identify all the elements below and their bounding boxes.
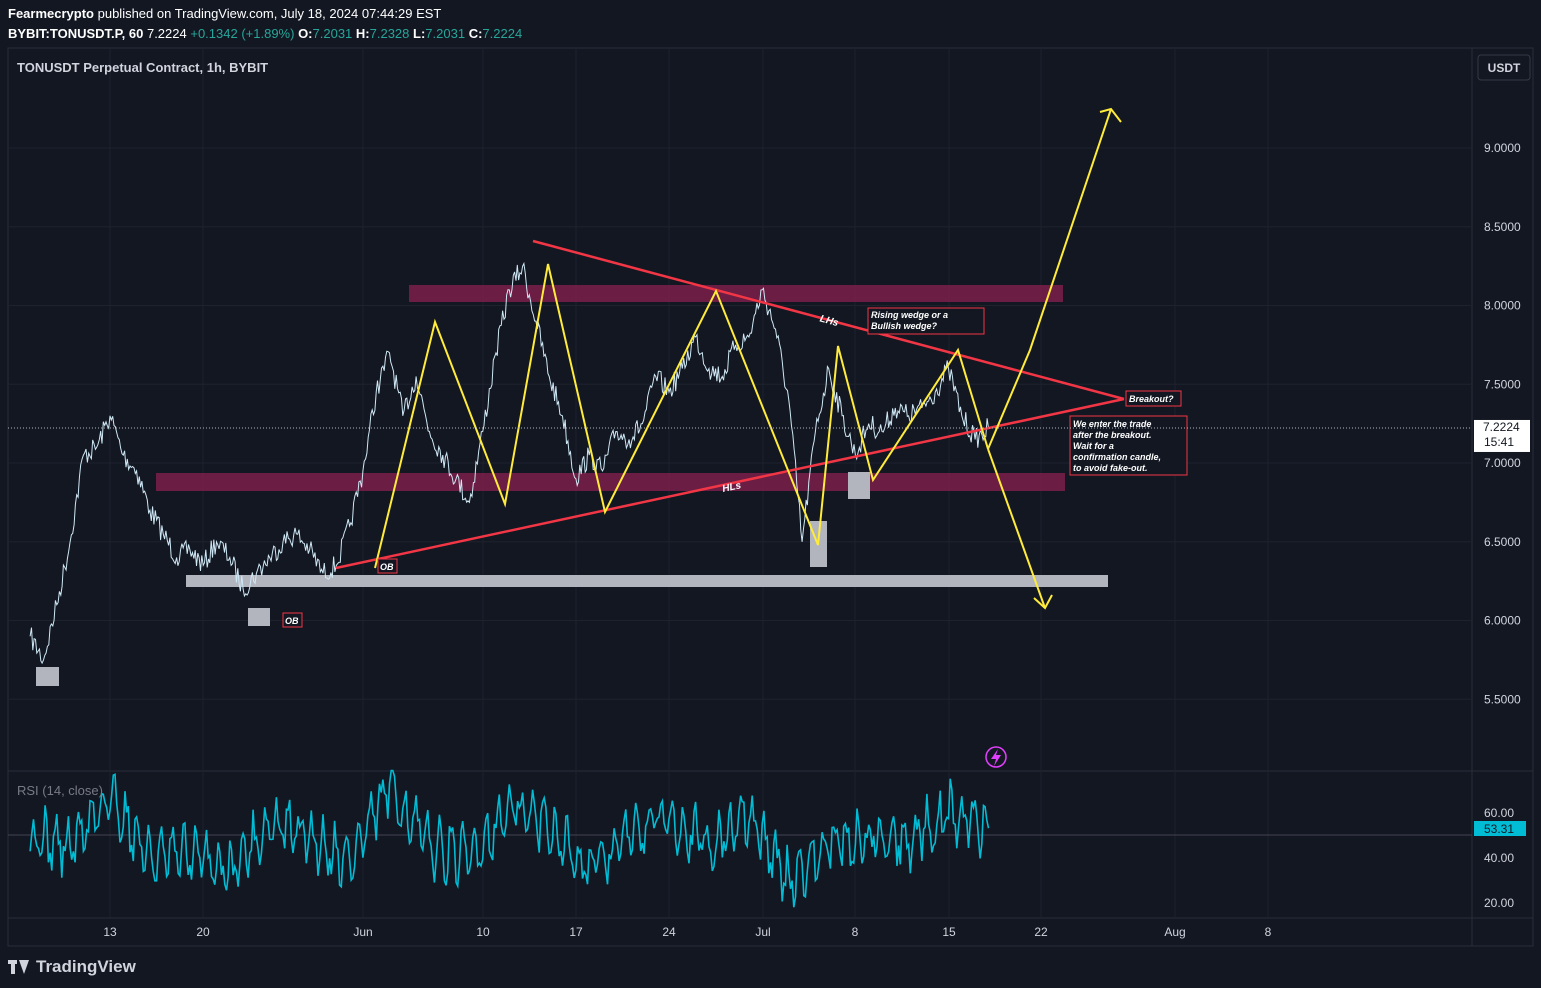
price-tick-label: 6.0000 <box>1484 614 1521 628</box>
brand-name: TradingView <box>36 957 136 976</box>
ob-box-2[interactable] <box>248 608 270 626</box>
chart-canvas[interactable]: LHs HLs Rising wedge or a Bullish wedge?… <box>0 0 1541 988</box>
price-tick-label: 8.0000 <box>1484 299 1521 313</box>
time-tick-label: 15 <box>942 925 956 939</box>
mid-zone[interactable] <box>156 473 1065 491</box>
trade-note-line: confirmation candle, <box>1073 452 1161 462</box>
breakout-note: Breakout? <box>1129 394 1174 404</box>
time-tick-label: 24 <box>662 925 676 939</box>
time-tick-label: Aug <box>1164 925 1185 939</box>
rsi-tick-label: 60.00 <box>1484 806 1514 820</box>
tradingview-logo[interactable]: TradingView <box>8 957 136 977</box>
time-tick-label: Jun <box>353 925 372 939</box>
time-tick-label: 8 <box>852 925 859 939</box>
ob-note-2: OB <box>285 616 299 626</box>
price-tick-label: 9.0000 <box>1484 141 1521 155</box>
time-tick-label: 22 <box>1034 925 1048 939</box>
current-price-text: 7.2224 <box>1483 420 1520 434</box>
price-tick-label: 6.5000 <box>1484 535 1521 549</box>
time-tick-label: Jul <box>755 925 770 939</box>
trade-note-line: after the breakout. <box>1073 430 1152 440</box>
price-tick-label: 5.5000 <box>1484 692 1521 706</box>
price-tick-label: 7.0000 <box>1484 456 1521 470</box>
tradingview-logo-icon <box>8 960 30 974</box>
lhs-label: LHs <box>819 314 841 330</box>
bullish-projection[interactable] <box>987 108 1112 450</box>
countdown-text: 15:41 <box>1484 435 1514 449</box>
time-tick-label: 10 <box>476 925 490 939</box>
rsi-tick-label: 20.00 <box>1484 896 1514 910</box>
pane-title: TONUSDT Perpetual Contract, 1h, BYBIT <box>17 60 268 75</box>
rsi-series-layer <box>29 769 990 908</box>
rsi-tick-label: 40.00 <box>1484 851 1514 865</box>
rsi-line[interactable] <box>29 769 990 908</box>
trade-note-line: to avoid fake-out. <box>1073 463 1148 473</box>
ob-box-1[interactable] <box>36 667 59 686</box>
ob-box-3[interactable] <box>848 472 870 499</box>
wedge-note-line1: Rising wedge or a <box>871 310 948 320</box>
support-zone[interactable] <box>186 575 1108 587</box>
time-tick-label: 13 <box>103 925 117 939</box>
time-tick-label: 20 <box>196 925 210 939</box>
trade-note-line: Wait for a <box>1073 441 1114 451</box>
rsi-label: RSI (14, close) <box>17 783 103 798</box>
time-tick-label: 8 <box>1265 925 1272 939</box>
lightning-bolt-icon <box>991 749 1001 766</box>
time-axis[interactable]: 13 20 Jun 10 17 24 Jul 8 15 22 Aug 8 <box>103 925 1271 939</box>
time-tick-label: 17 <box>569 925 583 939</box>
ob-note-1: OB <box>380 562 394 572</box>
pane-frame <box>7 47 1534 947</box>
price-tick-label: 8.5000 <box>1484 220 1521 234</box>
rsi-value: 53.31 <box>1484 822 1514 836</box>
wedge-note-line2: Bullish wedge? <box>871 321 938 331</box>
price-tick-label: 7.5000 <box>1484 377 1521 391</box>
currency-label: USDT <box>1488 61 1521 75</box>
